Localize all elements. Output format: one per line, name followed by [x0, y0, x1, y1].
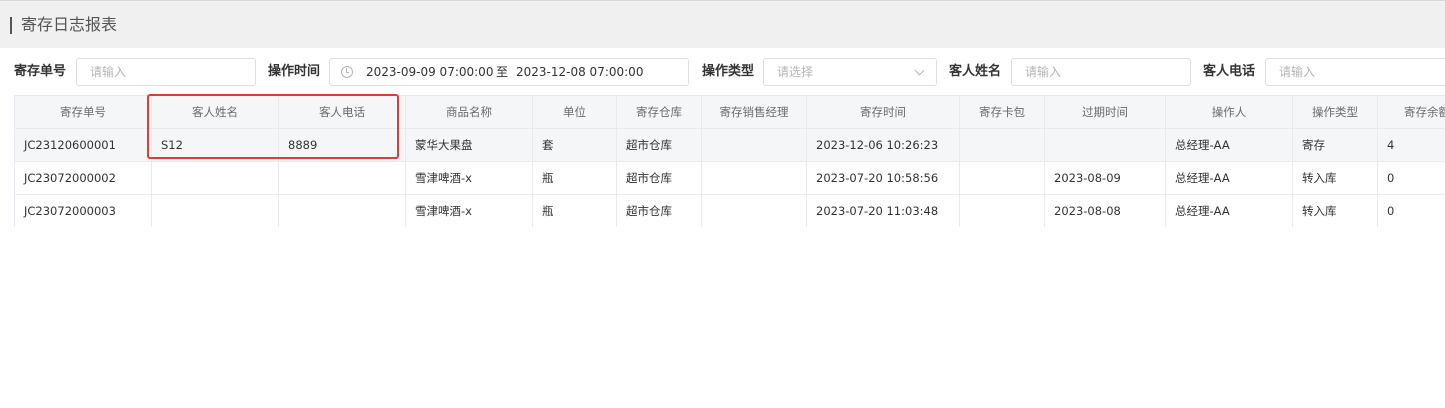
table-cell: 瓶	[532, 161, 617, 195]
column-header: 寄存余额	[1377, 95, 1445, 129]
op-time-start[interactable]: 2023-09-09 07:00:00	[366, 59, 493, 85]
table-cell: 超市仓库	[616, 194, 702, 227]
table-cell	[959, 194, 1045, 227]
table-cell	[701, 161, 807, 195]
table-cell: 转入库	[1292, 161, 1378, 195]
table-cell	[1044, 128, 1166, 162]
table-cell: 超市仓库	[616, 128, 702, 162]
op-time-separator: 至	[496, 65, 509, 79]
column-header: 寄存卡包	[959, 95, 1045, 129]
column-header: 客人姓名	[151, 95, 279, 129]
table-cell: JC23072000003	[14, 194, 152, 227]
table-cell: 2023-12-06 10:26:23	[806, 128, 960, 162]
table-cell: 2023-07-20 10:58:56	[806, 161, 960, 195]
column-header: 单位	[532, 95, 617, 129]
column-header: 寄存单号	[14, 95, 152, 129]
table-cell: 总经理-AA	[1165, 128, 1293, 162]
chevron-down-icon	[914, 65, 925, 76]
column-header: 寄存销售经理	[701, 95, 807, 129]
title-accent-bar	[10, 17, 12, 34]
table-cell: S12	[151, 128, 279, 162]
table-cell: 雪津啤酒-x	[405, 161, 533, 195]
page-header: 寄存日志报表	[0, 1, 1445, 48]
clock-icon	[341, 66, 353, 78]
table-cell	[959, 161, 1045, 195]
order-no-label: 寄存单号	[14, 64, 67, 79]
column-header: 操作类型	[1292, 95, 1378, 129]
table-cell: 2023-08-09	[1044, 161, 1166, 195]
table-cell: 0	[1377, 194, 1445, 227]
op-type-select[interactable]: 请选择	[763, 58, 937, 86]
table-cell: 4	[1377, 128, 1445, 162]
op-time-end[interactable]: 2023-12-08 07:00:00	[516, 59, 643, 85]
report-table: 寄存单号 客人姓名 客人电话 商品名称 单位 寄存仓库 寄存销售经理 寄存时间 …	[14, 95, 1445, 227]
page-title: 寄存日志报表	[21, 15, 118, 34]
op-time-range-picker[interactable]: 2023-09-09 07:00:00 至 2023-12-08 07:00:0…	[329, 58, 689, 86]
table-cell	[701, 128, 807, 162]
table-cell: 雪津啤酒-x	[405, 194, 533, 227]
table-row[interactable]: JC23072000002 雪津啤酒-x 瓶 超市仓库 2023-07-20 1…	[14, 161, 1445, 195]
order-no-input[interactable]: 请输入	[76, 58, 256, 86]
guest-phone-label: 客人电话	[1203, 64, 1256, 79]
table-cell: 蒙华大果盘	[405, 128, 533, 162]
table-cell	[151, 194, 279, 227]
table-header-row: 寄存单号 客人姓名 客人电话 商品名称 单位 寄存仓库 寄存销售经理 寄存时间 …	[14, 95, 1445, 129]
guest-name-input[interactable]: 请输入	[1011, 58, 1191, 86]
table-cell	[278, 161, 406, 195]
table-cell: 转入库	[1292, 194, 1378, 227]
table-cell: 8889	[278, 128, 406, 162]
column-header: 客人电话	[278, 95, 406, 129]
column-header: 操作人	[1165, 95, 1293, 129]
table-cell: 2023-08-08	[1044, 194, 1166, 227]
op-type-label: 操作类型	[702, 64, 755, 79]
table-cell: 瓶	[532, 194, 617, 227]
table-cell	[701, 194, 807, 227]
table-cell: 0	[1377, 161, 1445, 195]
table-cell	[151, 161, 279, 195]
column-header: 寄存仓库	[616, 95, 702, 129]
column-header: 商品名称	[405, 95, 533, 129]
op-time-label: 操作时间	[268, 64, 321, 79]
guest-phone-input[interactable]: 请输入	[1265, 58, 1445, 86]
table-cell	[278, 194, 406, 227]
table-cell: JC23072000002	[14, 161, 152, 195]
table-row[interactable]: JC23072000003 雪津啤酒-x 瓶 超市仓库 2023-07-20 1…	[14, 194, 1445, 227]
table-cell: 总经理-AA	[1165, 194, 1293, 227]
table-cell: 套	[532, 128, 617, 162]
column-header: 寄存时间	[806, 95, 960, 129]
column-header: 过期时间	[1044, 95, 1166, 129]
table-cell: 总经理-AA	[1165, 161, 1293, 195]
table-cell: JC23120600001	[14, 128, 152, 162]
table-cell: 寄存	[1292, 128, 1378, 162]
op-type-placeholder: 请选择	[777, 65, 814, 79]
table-row[interactable]: JC23120600001 S12 8889 蒙华大果盘 套 超市仓库 2023…	[14, 128, 1445, 162]
table-cell: 超市仓库	[616, 161, 702, 195]
table-cell	[959, 128, 1045, 162]
table-cell: 2023-07-20 11:03:48	[806, 194, 960, 227]
guest-name-label: 客人姓名	[949, 64, 1002, 79]
